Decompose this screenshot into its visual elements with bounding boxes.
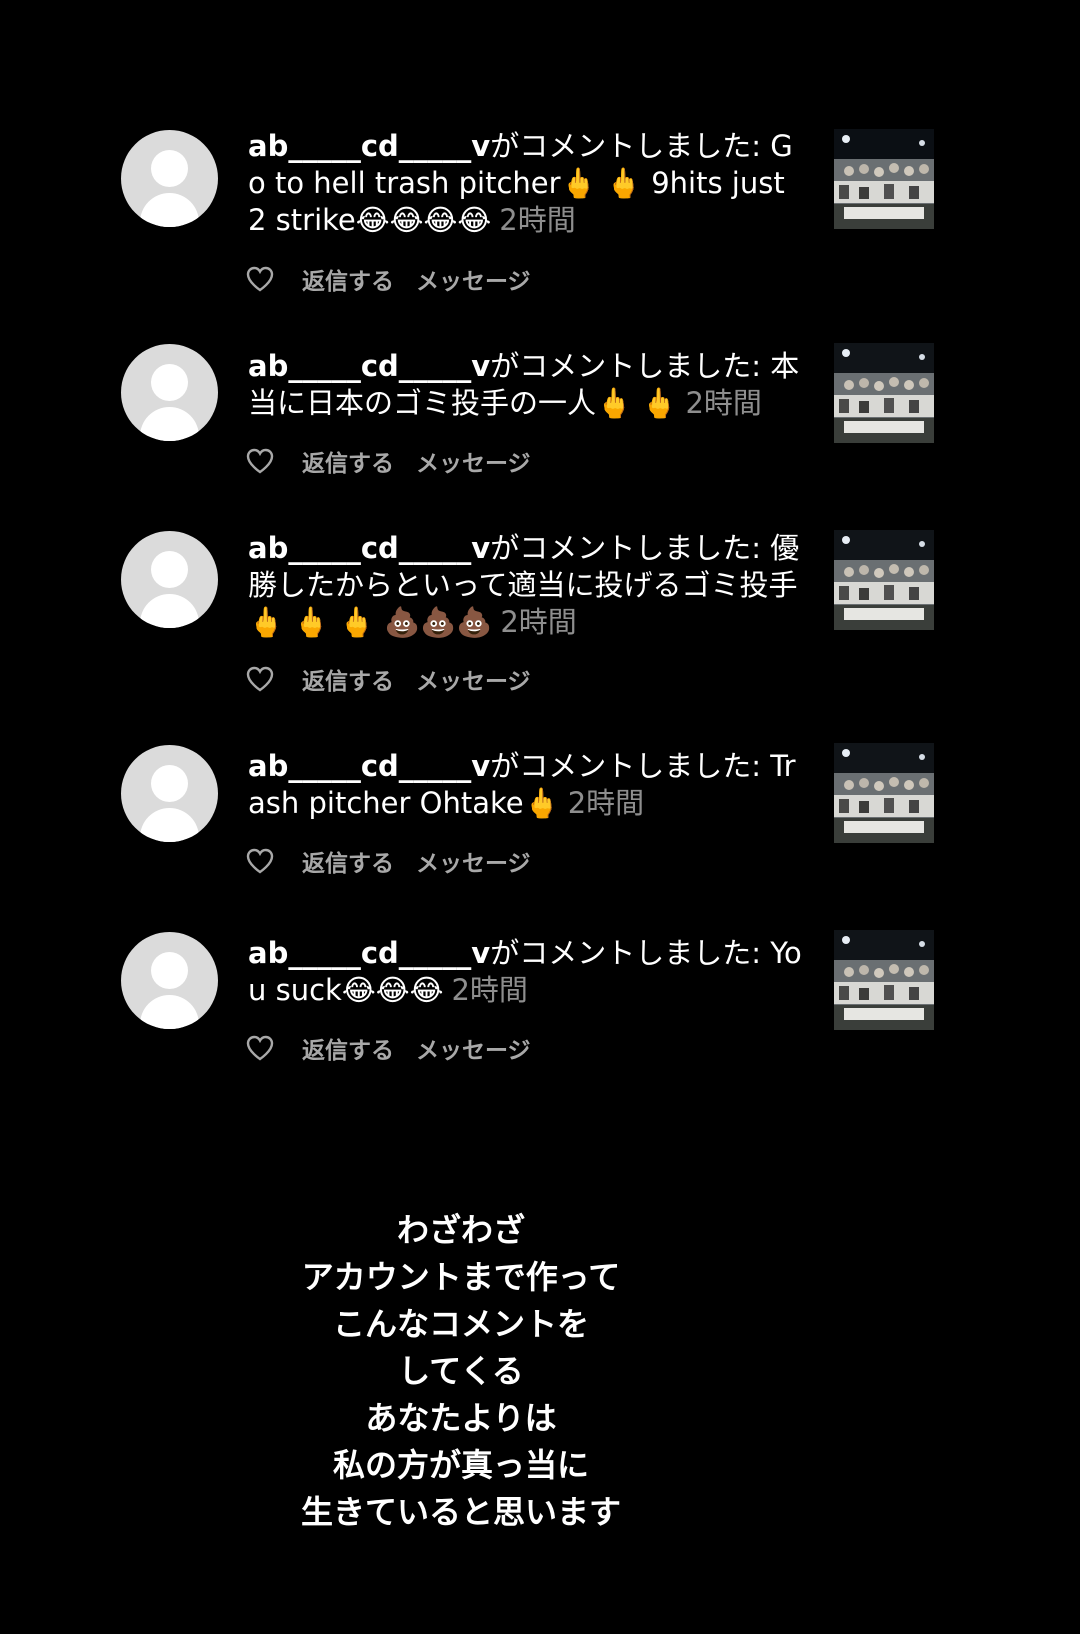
heart-outline-icon[interactable]	[246, 666, 274, 692]
action-text: がコメントしました:	[490, 749, 761, 783]
message-line: こんなコメントを	[332, 1305, 589, 1343]
action-row: 返信する メッセージ	[246, 662, 531, 696]
message-button[interactable]: メッセージ	[416, 662, 531, 696]
username[interactable]: ab_____cd_____v	[248, 129, 490, 163]
default-avatar-icon	[151, 952, 188, 989]
message-line: 生きていると思います	[300, 1493, 621, 1531]
message-button[interactable]: メッセージ	[416, 1031, 531, 1065]
notification-text: ab_____cd_____vがコメントしました: 優勝したからといって適当に投…	[248, 530, 808, 641]
post-thumbnail[interactable]	[834, 530, 934, 630]
action-text: がコメントしました:	[490, 129, 761, 163]
team-photo-thumbnail	[834, 343, 934, 443]
default-avatar-icon	[151, 551, 188, 588]
reply-button[interactable]: 返信する	[302, 262, 394, 296]
action-row: 返信する メッセージ	[246, 844, 531, 878]
timestamp: 2時間	[451, 973, 528, 1007]
message-line: あなたよりは	[365, 1399, 557, 1437]
reply-button[interactable]: 返信する	[302, 1031, 394, 1065]
heart-outline-icon[interactable]	[246, 448, 274, 474]
user-avatar[interactable]	[121, 932, 218, 1029]
team-photo-thumbnail	[834, 530, 934, 630]
timestamp: 2時間	[567, 786, 645, 820]
username[interactable]: ab_____cd_____v	[248, 531, 490, 565]
post-thumbnail[interactable]	[834, 129, 934, 229]
notification-text: ab_____cd_____vがコメントしました: 本当に日本のゴミ投手の一人🖕…	[248, 348, 808, 422]
post-thumbnail[interactable]	[834, 343, 934, 443]
action-row: 返信する メッセージ	[246, 262, 531, 296]
username[interactable]: ab_____cd_____v	[248, 749, 490, 783]
overlay-message: わざわざ アカウントまで作って こんなコメントを してくる あなたよりは 私の方…	[0, 1207, 922, 1536]
action-text: がコメントしました:	[490, 531, 761, 565]
team-photo-thumbnail	[834, 129, 934, 229]
message-line: わざわざ	[396, 1211, 525, 1249]
username[interactable]: ab_____cd_____v	[248, 936, 490, 970]
default-avatar-icon	[151, 150, 188, 187]
message-button[interactable]: メッセージ	[416, 844, 531, 878]
timestamp: 2時間	[685, 386, 762, 420]
team-photo-thumbnail	[834, 743, 934, 843]
notification-text: ab_____cd_____vがコメントしました: Trash pitcher …	[248, 748, 808, 822]
default-avatar-icon	[151, 765, 188, 802]
action-text: がコメントしました:	[490, 349, 761, 383]
message-button[interactable]: メッセージ	[416, 262, 531, 296]
heart-outline-icon[interactable]	[246, 266, 274, 292]
user-avatar[interactable]	[121, 745, 218, 842]
post-thumbnail[interactable]	[834, 743, 934, 843]
message-line: 私の方が真っ当に	[332, 1446, 589, 1484]
timestamp: 2時間	[499, 203, 576, 237]
message-line: してくる	[398, 1352, 524, 1390]
action-text: がコメントしました:	[490, 936, 761, 970]
heart-outline-icon[interactable]	[246, 1035, 274, 1061]
team-photo-thumbnail	[834, 930, 934, 1030]
user-avatar[interactable]	[121, 344, 218, 441]
post-thumbnail[interactable]	[834, 930, 934, 1030]
reply-button[interactable]: 返信する	[302, 662, 394, 696]
username[interactable]: ab_____cd_____v	[248, 349, 490, 383]
default-avatar-icon	[151, 364, 188, 401]
notification-text: ab_____cd_____vがコメントしました: You suck😂😂😂 2時間	[248, 935, 808, 1009]
message-button[interactable]: メッセージ	[416, 444, 531, 478]
reply-button[interactable]: 返信する	[302, 444, 394, 478]
timestamp: 2時間	[500, 605, 577, 639]
user-avatar[interactable]	[121, 531, 218, 628]
message-line: アカウントまで作って	[301, 1258, 621, 1296]
action-row: 返信する メッセージ	[246, 1031, 531, 1065]
action-row: 返信する メッセージ	[246, 444, 531, 478]
notification-text: ab_____cd_____vがコメントしました: Go to hell tra…	[248, 128, 808, 239]
user-avatar[interactable]	[121, 130, 218, 227]
reply-button[interactable]: 返信する	[302, 844, 394, 878]
heart-outline-icon[interactable]	[246, 848, 274, 874]
